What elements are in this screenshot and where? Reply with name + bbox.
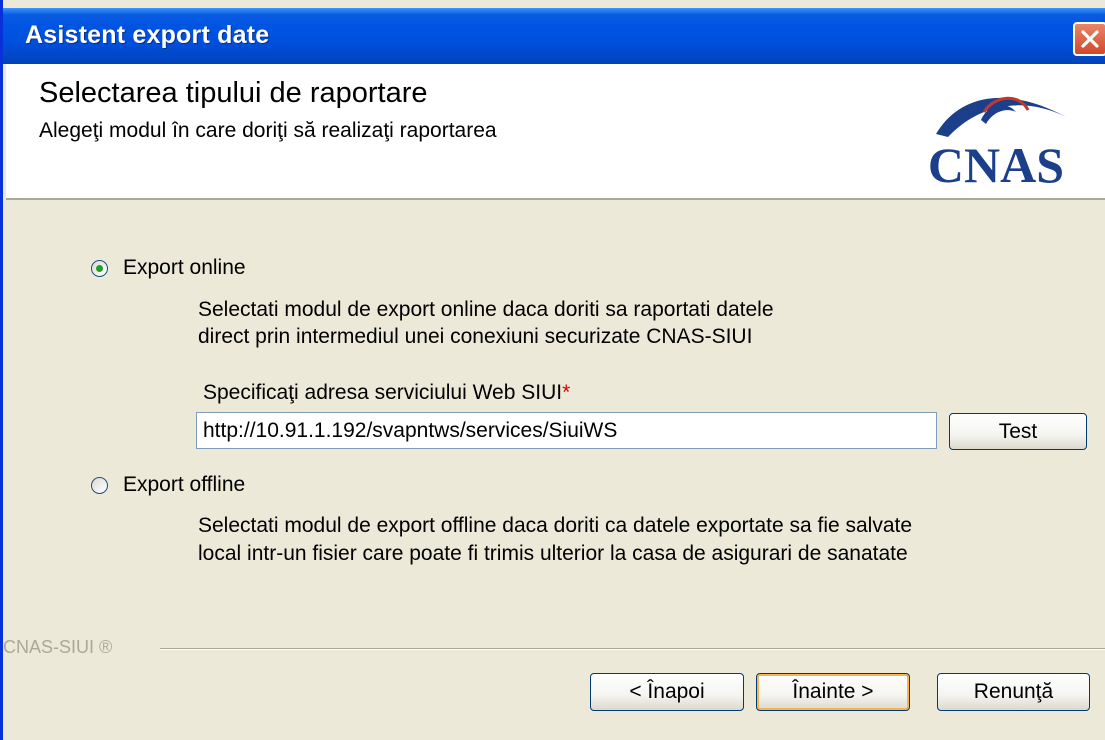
- cnas-logo: CNAS: [928, 96, 1066, 192]
- cancel-button[interactable]: Renunţă: [937, 673, 1090, 711]
- wizard-window: Asistent export date Selectarea tipului …: [0, 0, 1105, 740]
- close-icon: [1081, 30, 1099, 48]
- service-url-label-text: Specificaţi adresa serviciului Web SIUI: [203, 381, 563, 404]
- offline-description-line2: local intr-un fisier care poate fi trimi…: [198, 542, 908, 565]
- footer-divider: [160, 648, 1105, 650]
- online-description-line1: Selectati modul de export online daca do…: [198, 298, 774, 321]
- page-title: Selectarea tipului de raportare: [39, 77, 428, 109]
- radio-online-label[interactable]: Export online: [123, 256, 246, 280]
- service-url-input[interactable]: [196, 412, 937, 449]
- required-asterisk: *: [562, 381, 571, 404]
- page-subtitle: Alegeţi modul în care doriţi să realizaţ…: [39, 119, 497, 142]
- logo-text: CNAS: [928, 137, 1064, 192]
- back-button[interactable]: < Înapoi: [590, 673, 744, 711]
- radio-online-button[interactable]: [91, 260, 108, 277]
- radio-selected-dot: [96, 265, 103, 272]
- window-title: Asistent export date: [25, 21, 270, 49]
- footer-brand: CNAS-SIUI ®: [3, 637, 113, 657]
- offline-description-line1: Selectati modul de export offline daca d…: [198, 514, 913, 537]
- title-bar[interactable]: Asistent export date: [3, 8, 1105, 64]
- close-button[interactable]: [1073, 22, 1105, 56]
- online-description-line2: direct prin intermediul unei conexiuni s…: [198, 325, 753, 348]
- wizard-header: Selectarea tipului de raportare Alegeţi …: [6, 64, 1105, 200]
- service-url-label: Specificaţi adresa serviciului Web SIUI*: [203, 381, 570, 405]
- radio-offline-button[interactable]: [91, 477, 108, 494]
- radio-offline-label[interactable]: Export offline: [123, 473, 245, 497]
- test-button[interactable]: Test: [949, 413, 1087, 450]
- next-button[interactable]: Înainte >: [756, 673, 910, 711]
